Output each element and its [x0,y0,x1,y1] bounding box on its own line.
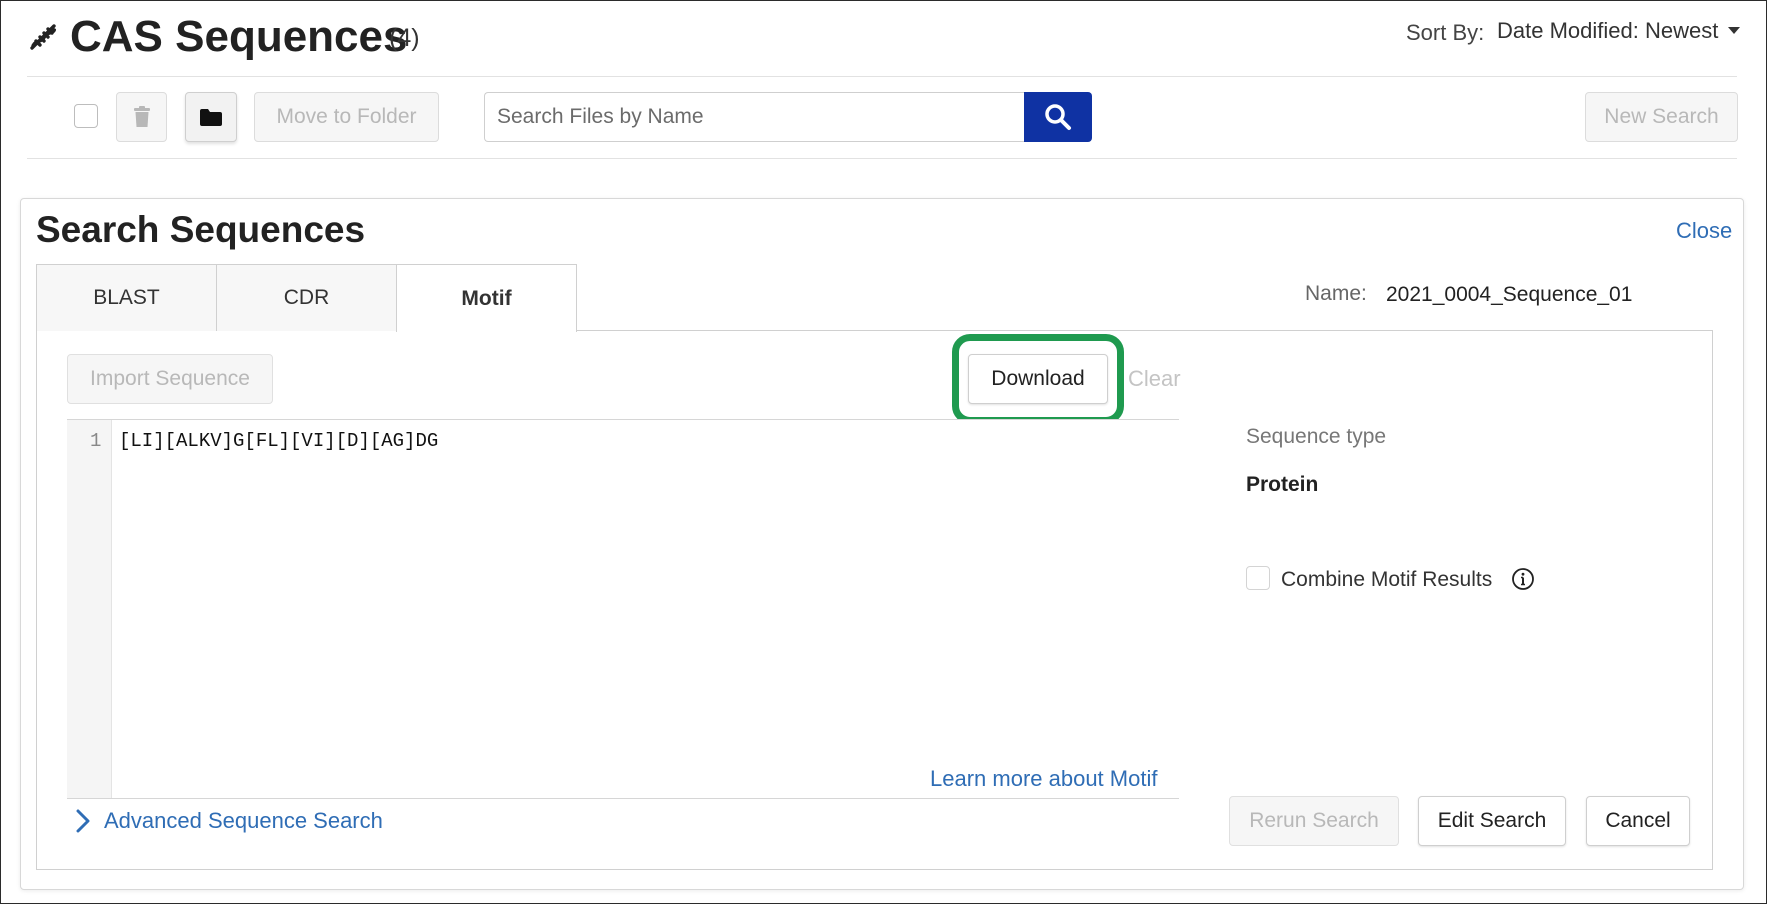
name-value: 2021_0004_Sequence_01 [1386,283,1633,306]
page-title: CAS Sequences [70,12,408,61]
learn-more-link[interactable]: Learn more about Motif [930,766,1157,792]
new-search-button[interactable]: New Search [1585,92,1738,142]
combine-motif-label: Combine Motif Results [1281,568,1493,591]
advanced-sequence-search-label: Advanced Sequence Search [104,808,383,833]
dna-icon [30,24,57,50]
search-button[interactable] [1024,92,1092,142]
caret-down-icon [1728,27,1741,34]
tab-motif[interactable]: Motif [396,264,577,332]
toolbar-divider [27,158,1737,159]
sort-label: Sort By: [1406,20,1485,45]
cancel-button[interactable]: Cancel [1586,796,1690,846]
close-link[interactable]: Close [1676,218,1732,244]
sequence-type-label: Sequence type [1246,425,1387,448]
select-all-checkbox[interactable] [74,104,98,128]
panel-title: Search Sequences [36,209,366,250]
advanced-sequence-search-toggle[interactable]: Advanced Sequence Search [76,808,383,834]
import-sequence-button[interactable]: Import Sequence [67,354,273,404]
trash-icon [133,106,150,127]
sequence-type-value: Protein [1246,473,1319,496]
folder-icon [200,108,222,126]
move-to-folder-button[interactable]: Move to Folder [254,92,439,142]
tab-cdr[interactable]: CDR [216,264,397,331]
sequence-count: (4) [389,24,420,52]
line-number: 1 [90,430,102,452]
edit-search-button[interactable]: Edit Search [1418,796,1566,846]
sort-dropdown[interactable]: Date Modified: Newest [1497,18,1741,44]
name-label: Name: [1305,282,1367,305]
sort-value: Date Modified: Newest [1497,18,1719,43]
delete-button[interactable] [116,92,167,142]
info-icon[interactable] [1511,567,1535,591]
rerun-search-button[interactable]: Rerun Search [1229,796,1399,846]
chevron-right-icon [76,809,90,833]
search-files-input[interactable] [484,92,1025,142]
download-button[interactable]: Download [968,354,1108,404]
search-icon [1045,104,1071,130]
editor-gutter [67,420,112,798]
folder-button[interactable] [185,92,237,142]
motif-code-line[interactable]: [LI][ALKV]G[FL][VI][D][AG]DG [119,430,438,452]
clear-link[interactable]: Clear [1128,366,1181,392]
combine-motif-checkbox[interactable] [1246,566,1270,590]
tab-blast[interactable]: BLAST [36,264,217,331]
header-divider [27,76,1737,77]
motif-editor[interactable] [67,419,1179,799]
